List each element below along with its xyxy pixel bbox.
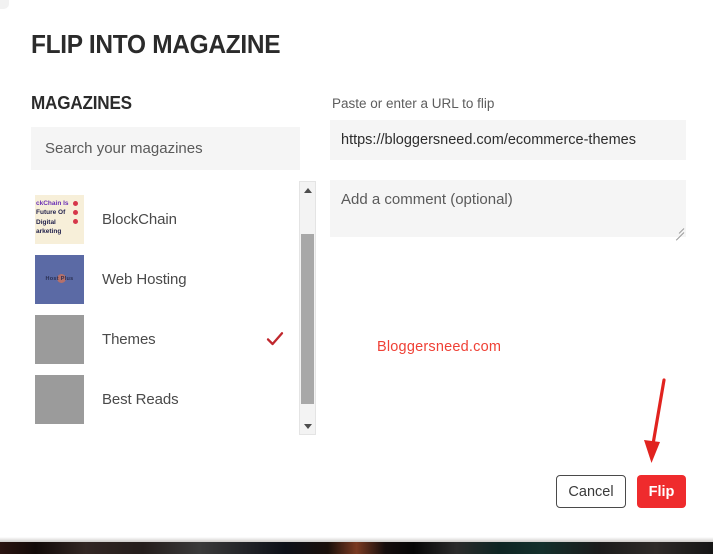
cover-text-line: Digital <box>36 218 56 226</box>
cover-text-line: Future Of <box>36 209 66 216</box>
list-item[interactable]: ckChain Is Future Of Digital arketing Bl… <box>31 189 300 249</box>
page-corner-artifact <box>0 0 9 9</box>
scrollbar-thumb[interactable] <box>301 234 314 404</box>
magazine-list-scrollbar[interactable] <box>299 181 316 435</box>
flipboard-flip-dialog: FLIP INTO MAGAZINE MAGAZINES ckChain Is … <box>0 0 713 554</box>
search-magazines-input[interactable] <box>31 127 300 170</box>
magazine-name: Web Hosting <box>102 270 187 288</box>
list-item[interactable] <box>31 175 300 189</box>
page-title: FLIP INTO MAGAZINE <box>31 29 281 59</box>
page-bottom-strip <box>0 542 713 554</box>
magazine-name: Best Reads <box>102 390 179 408</box>
magazine-thumbnail: Host Plus <box>35 254 84 304</box>
scroll-down-button[interactable] <box>300 418 315 434</box>
list-item[interactable]: Host Plus Web Hosting <box>31 249 300 309</box>
chevron-up-icon <box>303 187 312 193</box>
list-item[interactable]: Best Reads <box>31 369 300 429</box>
magazine-thumbnail: ckChain Is Future Of Digital arketing <box>35 194 84 244</box>
flip-button[interactable]: Flip <box>637 475 686 508</box>
magazine-thumbnail <box>35 374 84 424</box>
comment-textarea[interactable] <box>330 180 686 237</box>
watermark-text: Bloggersneed.com <box>377 339 502 355</box>
magazine-list: ckChain Is Future Of Digital arketing Bl… <box>31 175 300 435</box>
checkmark-icon <box>266 332 284 346</box>
cover-text-line: arketing <box>36 228 62 235</box>
cover-dots-decoration <box>73 200 81 228</box>
url-input[interactable] <box>330 120 686 160</box>
scroll-up-button[interactable] <box>300 182 315 198</box>
magazine-name: BlockChain <box>102 210 177 228</box>
url-field-label: Paste or enter a URL to flip <box>332 96 495 111</box>
list-item[interactable]: Themes <box>31 309 300 369</box>
magazine-thumbnail <box>35 314 84 364</box>
annotation-arrow-icon <box>644 378 666 463</box>
magazines-section-label: MAGAZINES <box>31 93 132 113</box>
cover-text-line: Host Plus <box>45 275 74 282</box>
cover-text-line: ckChain Is <box>36 199 69 207</box>
cancel-button[interactable]: Cancel <box>556 475 626 508</box>
chevron-down-icon <box>303 423 312 429</box>
magazine-name: Themes <box>102 330 156 348</box>
